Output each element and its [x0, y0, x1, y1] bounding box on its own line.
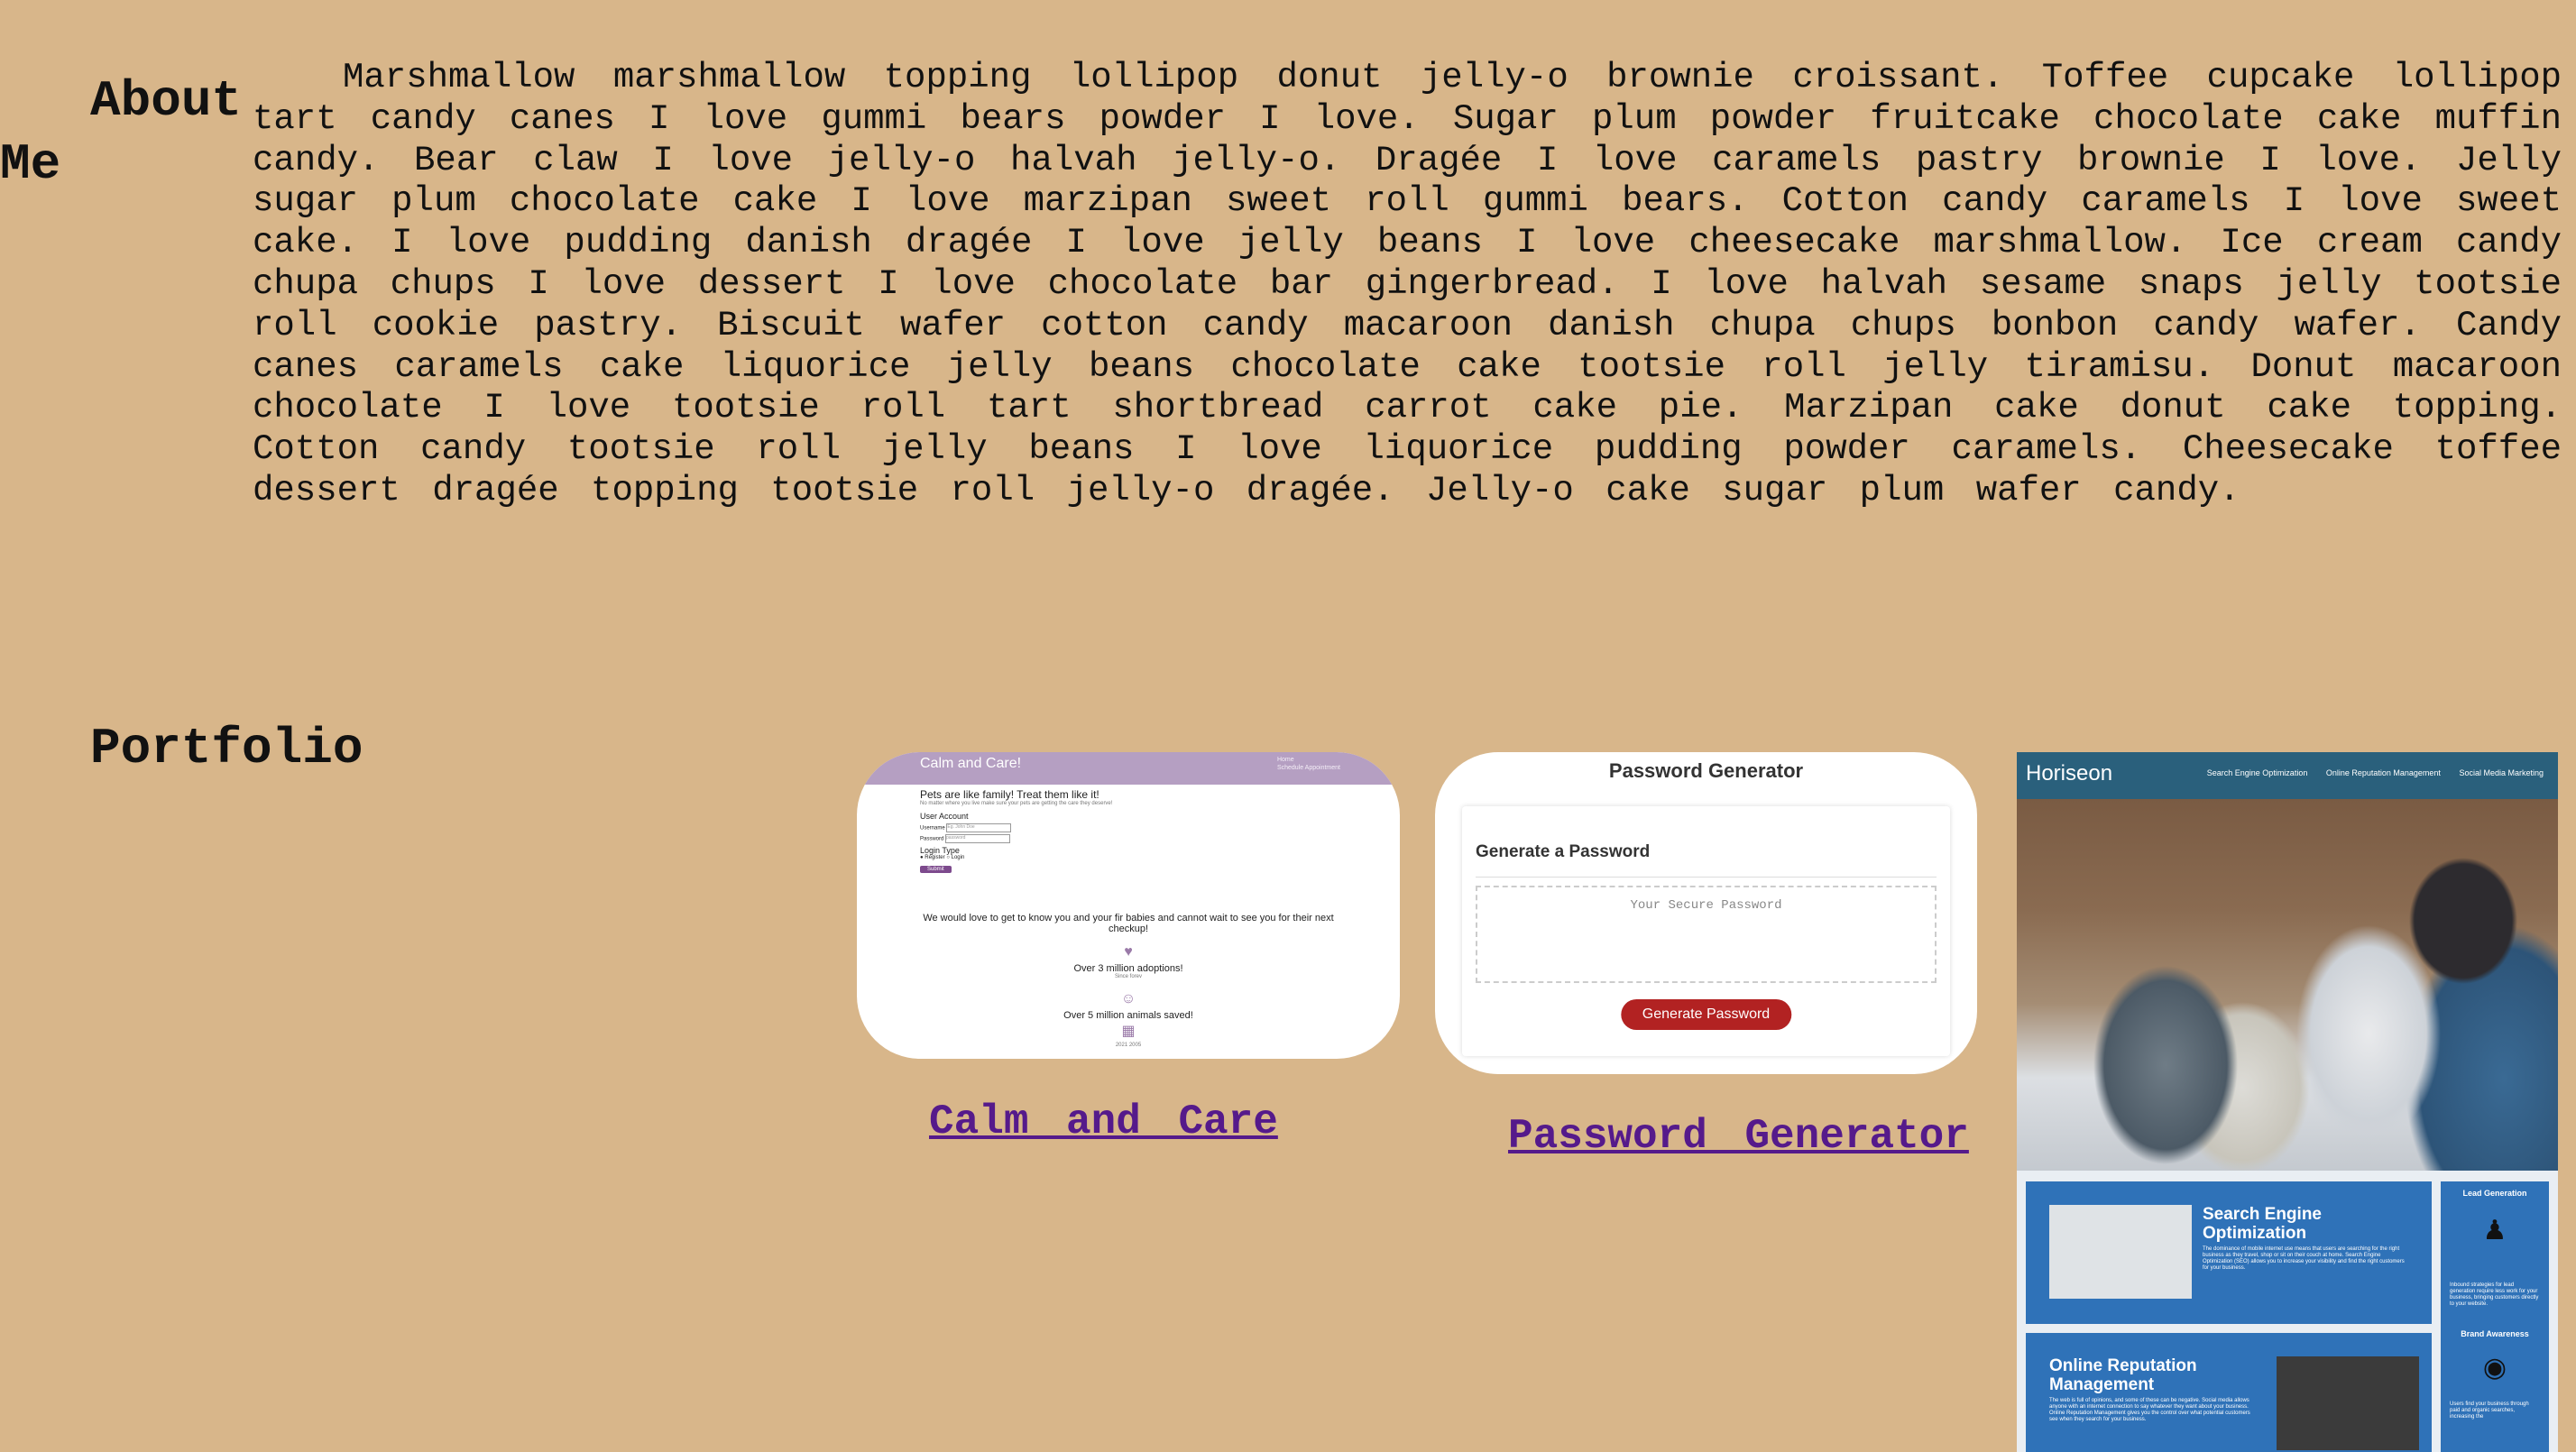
seo-image	[2049, 1205, 2192, 1299]
hori-link-smm: Social Media Marketing	[2459, 768, 2544, 777]
calm-stat2: Over 5 million animals saved!	[1063, 1010, 1193, 1021]
about-heading-line2: Me	[0, 135, 61, 193]
broadcast-icon: ◉	[2482, 1353, 2507, 1383]
divider	[1476, 877, 1937, 878]
hori-link-orm: Online Reputation Management	[2325, 768, 2441, 777]
calm-and-care-screenshot: Calm and Care! Home Schedule Appointment…	[857, 752, 1400, 1059]
about-heading-line1: About	[90, 72, 243, 130]
hori-orm-box: Online Reputation Management The web is …	[2026, 1333, 2432, 1452]
calm-header: Calm and Care! Home Schedule Appointment	[857, 752, 1400, 785]
hori-hero-image	[2017, 799, 2558, 1171]
calm-body: Pets are like family! Treat them like it…	[857, 785, 1400, 1059]
calendar-icon: ▦	[1121, 1024, 1136, 1039]
hori-links: Search Engine Optimization Online Reputa…	[2191, 768, 2544, 777]
hori-brand-text: Users find your business through paid an…	[2450, 1401, 2529, 1420]
heart-icon: ♥	[1124, 944, 1133, 960]
calm-nav-schedule: Schedule Appointment	[1276, 765, 1340, 771]
hori-seo-box: Search Engine Optimization The dominance…	[2026, 1181, 2432, 1324]
hori-brand-title: Brand Awareness	[2461, 1329, 2529, 1338]
hori-seo-body: The dominance of mobile internet use mea…	[2203, 1246, 2405, 1271]
calm-login-type: Login Type	[920, 846, 960, 855]
generate-password-button: Generate Password	[1620, 999, 1792, 1030]
hori-orm-title: Online Reputation Management	[2049, 1356, 2197, 1394]
calm-register-label: Register	[925, 855, 945, 860]
calm-subtext: No matter where you live make sure your …	[920, 801, 1113, 806]
hori-seo-title: Search Engine Optimization	[2203, 1205, 2322, 1243]
calm-radio-row: ● Register ○ Login	[920, 855, 1400, 860]
about-bio-text: Marshmallow marshmallow topping lollipop…	[253, 58, 2562, 510]
pass-output: Your Secure Password	[1476, 886, 1937, 983]
calm-account-label: User Account	[920, 812, 969, 821]
hori-orm-text: Online Reputation Management The web is …	[2049, 1356, 2259, 1423]
calm-submit-button: Submit	[920, 866, 952, 873]
calm-stat1-block: ♥ Over 3 million adoptions! Since forev	[857, 942, 1400, 980]
orm-image	[2277, 1356, 2419, 1450]
hori-lead-text: Inbound strategies for lead generation r…	[2450, 1282, 2539, 1307]
hori-lead-title: Lead Generation	[2462, 1189, 2527, 1198]
calm-and-care-link[interactable]: Calm and Care	[929, 1098, 1278, 1145]
password-generator-screenshot: Password Generator Generate a Password Y…	[1435, 752, 1977, 1074]
hori-orm-body: The web is full of opinions, and some of…	[2049, 1398, 2250, 1422]
pass-subtitle: Generate a Password	[1476, 842, 1651, 861]
calm-stat2-sub: 2021 2005	[1115, 1043, 1142, 1048]
calm-message: We would love to get to know you and you…	[923, 913, 1334, 934]
pass-title: Password Generator	[1608, 759, 1804, 782]
hori-link-seo: Search Engine Optimization	[2206, 768, 2308, 777]
hori-logo: Horiseon	[2026, 761, 2113, 786]
calm-nav-home: Home	[1276, 757, 1294, 763]
calm-brand: Calm and Care!	[920, 756, 1022, 771]
hori-sidebar: Lead Generation ♟ Inbound strategies for…	[2441, 1181, 2549, 1452]
horiseon-screenshot[interactable]: Horiseon Search Engine Optimization Onli…	[2017, 752, 2558, 1452]
calm-password-row: Password password	[920, 834, 1400, 843]
calm-stat1: Over 3 million adoptions!	[1073, 963, 1183, 974]
radio-icon: ○	[946, 855, 950, 860]
hori-seo-text: Search Engine Optimization The dominance…	[2203, 1205, 2412, 1272]
calm-login-label: Login	[951, 855, 965, 860]
hori-nav: Horiseon Search Engine Optimization Onli…	[2017, 752, 2558, 799]
calm-password-field: password	[945, 834, 1011, 843]
calm-stat2-block: ☺ Over 5 million animals saved! ▦ 2021 2…	[857, 988, 1400, 1049]
calm-stat1-sub: Since forev	[1114, 974, 1142, 979]
portfolio-heading: Portfolio	[90, 720, 363, 777]
calm-headline: Pets are like family! Treat them like it…	[920, 788, 1099, 801]
calm-nav: Home Schedule Appointment	[1277, 756, 1340, 772]
smile-icon: ☺	[1120, 991, 1136, 1006]
calm-username-row: Username Eg. John Doe	[920, 823, 1400, 832]
password-generator-link[interactable]: Password Generator	[1508, 1113, 1969, 1160]
calm-password-label: Password	[920, 836, 944, 842]
pass-panel: Generate a Password Your Secure Password…	[1462, 806, 1950, 1056]
calm-username-field: Eg. John Doe	[946, 823, 1012, 832]
lead-icon: ♟	[2482, 1216, 2507, 1245]
radio-icon: ●	[920, 855, 924, 860]
calm-username-label: Username	[920, 825, 945, 832]
